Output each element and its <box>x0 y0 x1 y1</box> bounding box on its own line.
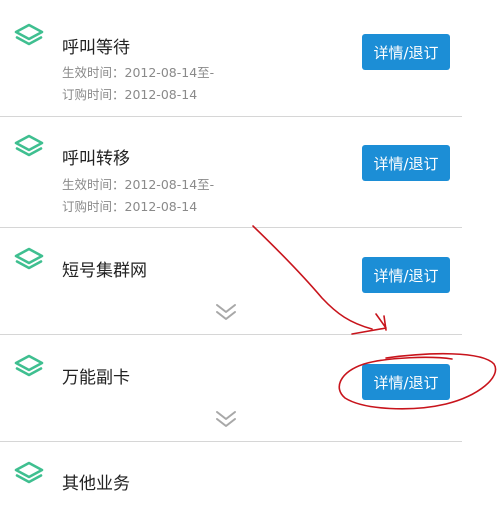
service-list-page: 呼叫等待 生效时间：2012-08-14至- 订购时间：2012-08-14 详… <box>0 0 462 511</box>
layers-icon <box>14 23 44 46</box>
service-item-call-forwarding: 呼叫转移 生效时间：2012-08-14至- 订购时间：2012-08-14 详… <box>0 117 462 227</box>
effective-time: 生效时间：2012-08-14至- <box>62 177 215 192</box>
details-unsubscribe-button[interactable]: 详情/退订 <box>362 145 450 181</box>
details-unsubscribe-button[interactable]: 详情/退订 <box>362 364 450 400</box>
details-unsubscribe-button[interactable]: 详情/退订 <box>362 257 450 293</box>
chevron-double-down-icon[interactable] <box>212 409 240 429</box>
right-margin <box>462 0 500 511</box>
service-name: 呼叫转移 <box>62 149 130 169</box>
details-unsubscribe-button[interactable]: 详情/退订 <box>362 34 450 70</box>
service-item-call-waiting: 呼叫等待 生效时间：2012-08-14至- 订购时间：2012-08-14 详… <box>0 0 462 116</box>
effective-time: 生效时间：2012-08-14至- <box>62 65 215 80</box>
chevron-double-down-icon[interactable] <box>212 302 240 322</box>
order-time: 订购时间：2012-08-14 <box>62 87 198 102</box>
service-name: 短号集群网 <box>62 261 147 281</box>
service-item-short-number-group: 短号集群网 详情/退订 <box>0 228 462 334</box>
layers-icon <box>14 134 44 157</box>
service-item-other[interactable]: 其他业务 <box>0 442 462 511</box>
service-name: 万能副卡 <box>62 368 130 388</box>
service-item-universal-sub-card: 万能副卡 详情/退订 <box>0 335 462 441</box>
layers-icon <box>14 354 44 377</box>
order-time: 订购时间：2012-08-14 <box>62 199 198 214</box>
layers-icon <box>14 247 44 270</box>
service-name: 其他业务 <box>62 474 130 494</box>
service-name: 呼叫等待 <box>62 38 130 58</box>
layers-icon <box>14 461 44 484</box>
